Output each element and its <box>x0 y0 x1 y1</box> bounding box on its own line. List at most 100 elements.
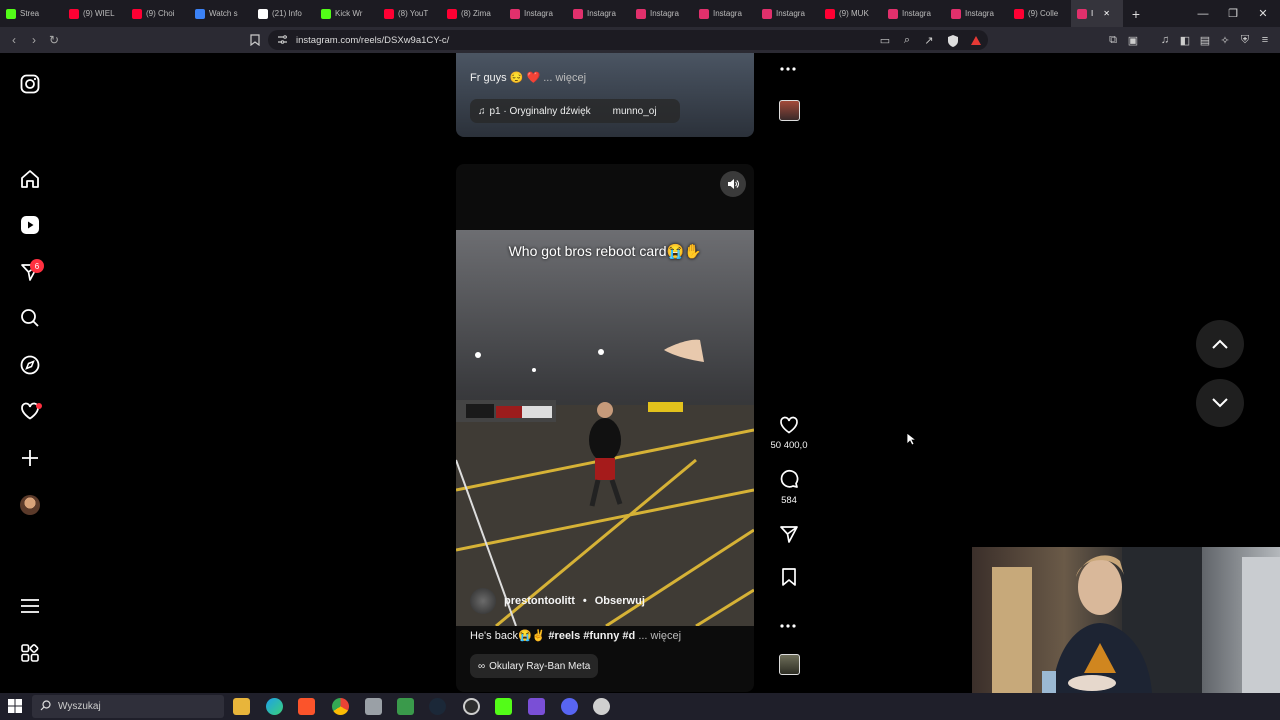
back-icon[interactable]: ‹ <box>4 30 24 50</box>
browser-tab[interactable]: (9) Colle <box>1008 0 1071 27</box>
browser-tab[interactable]: Instagra <box>693 0 756 27</box>
browser-tab[interactable]: Instagra <box>756 0 819 27</box>
browser-tab[interactable]: Instagra <box>945 0 1008 27</box>
browser-menu-icon[interactable]: ≡ <box>1256 31 1274 49</box>
forward-icon[interactable]: › <box>24 30 44 50</box>
share-action[interactable] <box>768 524 810 547</box>
kick-icon[interactable] <box>495 698 512 715</box>
browser-tab[interactable]: (21) Info <box>252 0 315 27</box>
file-explorer-icon[interactable] <box>233 698 250 715</box>
follow-button[interactable]: Obserwuj <box>595 595 645 607</box>
comment-icon[interactable] <box>779 469 799 492</box>
bookmark-icon[interactable] <box>781 567 797 590</box>
browser-tab[interactable]: Instagra <box>504 0 567 27</box>
like-action[interactable]: 50 400,0 <box>768 416 810 451</box>
tab-favicon-icon <box>762 8 772 19</box>
vpn-icon[interactable]: ⛨ <box>1236 31 1254 49</box>
leo-ai-icon[interactable]: ✧ <box>1216 31 1234 49</box>
browser-tab[interactable]: I ✕ <box>1071 0 1123 27</box>
product-chip[interactable]: ∞ Okulary Ray-Ban Meta <box>470 654 599 678</box>
discord-icon[interactable] <box>561 698 578 715</box>
create-icon[interactable] <box>18 446 42 470</box>
zoom-icon[interactable]: ⌕ <box>898 31 916 49</box>
obs-icon[interactable] <box>463 698 480 715</box>
search-icon[interactable] <box>18 306 42 330</box>
browser-tab[interactable]: (8) Zima <box>441 0 504 27</box>
browser-tab[interactable]: Instagra <box>882 0 945 27</box>
site-info-icon[interactable] <box>277 34 288 48</box>
browser-tab[interactable]: Kick Wr <box>315 0 378 27</box>
tab-favicon-icon <box>258 8 268 19</box>
author-username[interactable]: prestontoolitt <box>504 595 575 607</box>
browser-tab[interactable]: Watch s <box>189 0 252 27</box>
taskbar-search[interactable]: Wyszukaj <box>32 695 224 718</box>
reel-hashtags[interactable]: #reels #funny #d <box>548 630 635 642</box>
explore-icon[interactable] <box>18 353 42 377</box>
extensions-icon[interactable]: ⧉ <box>1104 31 1122 49</box>
browser-tab[interactable]: Strea <box>0 0 63 27</box>
browser-tab[interactable]: (8) YouT <box>378 0 441 27</box>
reels-icon[interactable] <box>18 213 42 237</box>
store-icon[interactable] <box>397 698 414 715</box>
volume-icon[interactable] <box>720 171 746 197</box>
app-icon[interactable] <box>365 698 382 715</box>
tab-label: I <box>1091 9 1094 18</box>
tab-label: (9) Choi <box>146 9 175 18</box>
author-avatar[interactable] <box>470 588 496 614</box>
browser-tab[interactable]: (9) WIEL <box>63 0 126 27</box>
instagram-logo-icon[interactable] <box>18 72 42 96</box>
app-icon-2[interactable] <box>528 698 545 715</box>
previous-more-options-icon[interactable] <box>780 59 796 77</box>
brave-rewards-icon[interactable] <box>967 31 985 49</box>
audio-chip[interactable]: ♫ p1 · Oryginalny dźwięk munno_oj <box>470 99 680 123</box>
previous-audio-thumbnail[interactable] <box>779 100 800 121</box>
tab-favicon-icon <box>699 8 709 19</box>
browser-tab[interactable]: (9) Choi <box>126 0 189 27</box>
tab-favicon-icon <box>1077 8 1087 19</box>
tab-search-icon[interactable]: ▣ <box>1124 31 1142 49</box>
chrome-icon[interactable] <box>332 698 349 715</box>
new-tab-icon[interactable]: + <box>1123 6 1149 22</box>
more-apps-icon[interactable] <box>18 641 42 665</box>
wallet-icon[interactable]: ▤ <box>1196 31 1214 49</box>
audio-thumbnail[interactable] <box>779 654 800 675</box>
menu-icon[interactable] <box>18 594 42 618</box>
cast-icon[interactable]: ▭ <box>876 31 894 49</box>
browser-tab[interactable]: (9) MUK <box>819 0 882 27</box>
windows-start-icon[interactable] <box>8 699 22 718</box>
share-icon[interactable] <box>779 524 799 547</box>
reel-video[interactable]: Who got bros reboot card😭✋ prestontoolit… <box>456 230 754 626</box>
app-icon-3[interactable] <box>593 698 610 715</box>
next-reel-button[interactable] <box>1196 379 1244 427</box>
comment-action[interactable]: 584 <box>768 469 810 506</box>
tab-favicon-icon <box>321 8 331 19</box>
home-icon[interactable] <box>18 167 42 191</box>
profile-avatar[interactable] <box>18 493 42 517</box>
bookmark-icon[interactable] <box>245 30 265 50</box>
edge-icon[interactable] <box>266 698 283 715</box>
media-icon[interactable]: ♫ <box>1156 31 1174 49</box>
current-reel[interactable]: Who got bros reboot card😭✋ prestontoolit… <box>456 164 754 692</box>
steam-icon[interactable] <box>429 698 446 715</box>
browser-tab[interactable]: Instagra <box>567 0 630 27</box>
previous-reel-button[interactable] <box>1196 320 1244 368</box>
brave-icon[interactable] <box>298 698 315 715</box>
more-options-icon[interactable] <box>780 616 796 634</box>
mouse-cursor-icon <box>906 432 918 451</box>
share-icon[interactable]: ↗ <box>920 31 938 49</box>
reel-more-link[interactable]: ... więcej <box>638 630 681 642</box>
previous-reel[interactable]: Fr guys 😔 ❤️ ... więcej ♫ p1 · Oryginaln… <box>456 53 754 137</box>
heart-icon[interactable] <box>779 416 799 437</box>
close-window-icon[interactable]: ✕ <box>1248 0 1278 27</box>
browser-tab[interactable]: Instagra <box>630 0 693 27</box>
previous-reel-more-link[interactable]: ... więcej <box>543 72 586 84</box>
minimize-icon[interactable]: — <box>1188 0 1218 27</box>
save-action[interactable] <box>768 567 810 590</box>
tab-favicon-icon <box>573 8 583 19</box>
maximize-icon[interactable]: ❐ <box>1218 0 1248 27</box>
brave-shield-icon[interactable] <box>944 31 962 49</box>
sidebar-toggle-icon[interactable]: ◧ <box>1176 31 1194 49</box>
close-tab-icon[interactable]: ✕ <box>1103 9 1110 18</box>
tab-label: Instagra <box>587 9 616 18</box>
reload-icon[interactable]: ↻ <box>44 30 64 50</box>
